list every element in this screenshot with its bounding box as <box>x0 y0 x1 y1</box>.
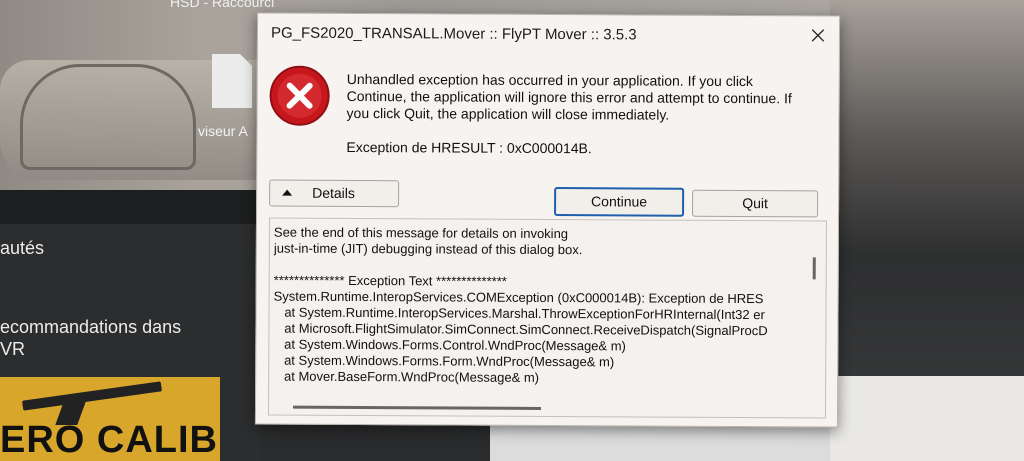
continue-button[interactable]: Continue <box>554 187 685 217</box>
background-bottom-light <box>490 425 830 461</box>
file-icon[interactable] <box>212 54 252 108</box>
details-text: See the end of this message for details … <box>273 224 768 385</box>
desktop-icon-label[interactable]: viseur A <box>198 123 248 139</box>
close-icon <box>811 29 825 42</box>
details-button[interactable]: Details <box>269 179 400 208</box>
error-dialog: PG_FS2020_TRANSALL.Mover :: FlyPT Mover … <box>254 12 841 428</box>
vertical-scrollbar[interactable] <box>812 257 816 280</box>
horizontal-scrollbar[interactable] <box>293 405 542 410</box>
background-right-light <box>820 376 1024 461</box>
error-message: Unhandled exception has occurred in your… <box>346 70 792 123</box>
desktop-shortcut-label[interactable]: HSD - Raccourci <box>170 0 274 10</box>
launcher-text: autés <box>0 238 45 258</box>
title-bar[interactable]: PG_FS2020_TRANSALL.Mover :: FlyPT Mover … <box>258 13 839 54</box>
chevron-up-icon <box>282 189 293 196</box>
game-title: ERO CALIBER <box>0 419 220 461</box>
launcher-recommendations: ecommandations dans VR <box>0 316 262 360</box>
close-button[interactable] <box>803 22 833 48</box>
game-tile[interactable]: ERO CALIBER <box>0 377 220 461</box>
launcher-strip <box>0 190 262 224</box>
details-textbox[interactable]: See the end of this message for details … <box>267 217 828 419</box>
rifle-icon <box>21 381 163 411</box>
error-icon <box>269 65 330 126</box>
recommendations-line-2: VR <box>0 339 26 359</box>
dialog-title: PG_FS2020_TRANSALL.Mover :: FlyPT Mover … <box>270 24 637 44</box>
recommendations-line-1: ecommandations dans <box>0 317 182 337</box>
details-label: Details <box>312 184 355 201</box>
exception-summary: Exception de HRESULT : 0xC000014B. <box>346 138 592 157</box>
aircraft-panel-ring <box>20 64 196 170</box>
continue-label: Continue <box>591 193 648 210</box>
quit-button[interactable]: Quit <box>692 189 819 218</box>
quit-label: Quit <box>742 195 768 212</box>
